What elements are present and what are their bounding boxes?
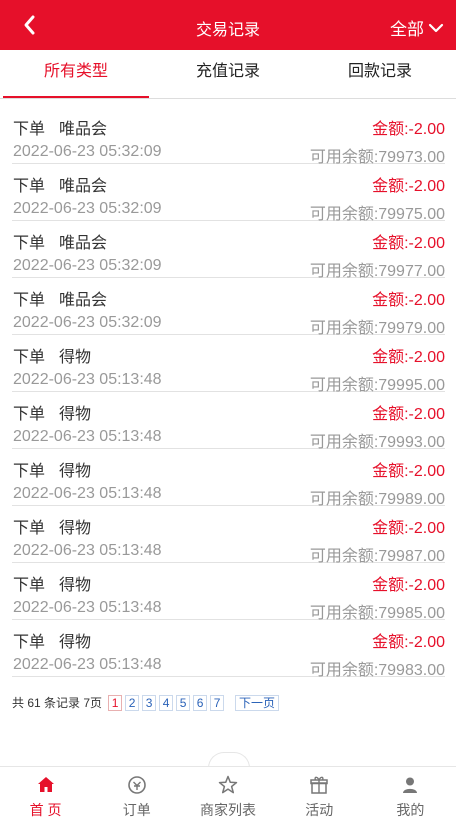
home-icon xyxy=(37,777,54,792)
transaction-time: 2022-06-23 05:13:48 xyxy=(13,371,162,388)
transaction-type: 下单 得物 xyxy=(13,628,91,652)
transaction-amount: 金额:-2.00 xyxy=(372,349,445,366)
transaction-kind: 下单 xyxy=(13,520,46,537)
user-icon xyxy=(403,777,418,793)
transaction-type: 下单 得物 xyxy=(13,571,91,595)
nav-profile[interactable]: 我的 xyxy=(365,767,456,819)
transaction-type: 下单 唯品会 xyxy=(13,172,107,196)
pagination-summary: 共 61 条记录 7页 xyxy=(12,696,103,710)
nav-activities-label: 活动 xyxy=(305,802,334,818)
transaction-amount: 金额:-2.00 xyxy=(372,634,445,651)
pagination: 共 61 条记录 7页 1 2 3 4 5 6 7 下一页 xyxy=(12,694,282,711)
chevron-down-icon xyxy=(428,23,444,32)
transaction-kind: 下单 xyxy=(13,577,46,594)
transaction-amount: 金额:-2.00 xyxy=(372,520,445,537)
transaction-merchant: 唯品会 xyxy=(59,178,108,195)
star-icon xyxy=(218,775,238,794)
transaction-row: 下单 得物 金额:-2.00 2022-06-23 05:13:48 可用余额:7998… xyxy=(12,449,445,508)
transaction-row: 下单 得物 金额:-2.00 2022-06-23 05:13:48 可用余额:7998… xyxy=(12,563,445,622)
nav-home-label: 首 页 xyxy=(29,802,62,818)
transaction-time: 2022-06-23 05:13:48 xyxy=(13,599,162,616)
nav-home[interactable]: 首 页 xyxy=(0,767,91,819)
transaction-amount: 金额:-2.00 xyxy=(372,235,445,252)
page-link-7[interactable]: 7 xyxy=(210,694,225,711)
page-link-6[interactable]: 6 xyxy=(193,694,208,711)
filter-label: 全部 xyxy=(390,20,424,39)
page-link-2[interactable]: 2 xyxy=(125,694,140,711)
transaction-list: 下单 唯品会 金额:-2.00 2022-06-23 05:32:09 可用余额:799… xyxy=(12,107,445,679)
transaction-kind: 下单 xyxy=(13,235,46,252)
transaction-row: 下单 唯品会 金额:-2.00 2022-06-23 05:32:09 可用余额:799… xyxy=(12,164,445,223)
transaction-time: 2022-06-23 05:13:48 xyxy=(13,542,162,559)
transaction-merchant: 得物 xyxy=(59,349,92,366)
transaction-type: 下单 得物 xyxy=(13,457,91,481)
page-link-5[interactable]: 5 xyxy=(176,694,191,711)
record-type-tabs: 所有类型 充值记录 回款记录 xyxy=(0,50,456,99)
nav-profile-label: 我的 xyxy=(396,802,425,818)
filter-dropdown[interactable]: 全部 xyxy=(390,15,444,40)
tab-all-types[interactable]: 所有类型 xyxy=(0,50,152,98)
transaction-kind: 下单 xyxy=(13,406,46,423)
nav-merchants-label: 商家列表 xyxy=(200,802,256,818)
transaction-amount: 金额:-2.00 xyxy=(372,121,445,138)
page-link-1[interactable]: 1 xyxy=(108,694,123,711)
transaction-time: 2022-06-23 05:32:09 xyxy=(13,314,162,331)
nav-orders-label: 订单 xyxy=(122,802,151,818)
transaction-amount: 金额:-2.00 xyxy=(372,463,445,480)
order-icon xyxy=(127,776,146,794)
transaction-kind: 下单 xyxy=(13,634,46,651)
transaction-type: 下单 得物 xyxy=(13,400,91,424)
transaction-amount: 金额:-2.00 xyxy=(372,292,445,309)
transaction-time: 2022-06-23 05:13:48 xyxy=(13,485,162,502)
tab-recharge-records[interactable]: 充值记录 xyxy=(152,50,304,98)
top-header: 交易记录 全部 xyxy=(0,0,456,50)
tab-payment-records[interactable]: 回款记录 xyxy=(304,50,456,98)
nav-orders[interactable]: 订单 xyxy=(91,767,182,819)
transaction-row: 下单 唯品会 金额:-2.00 2022-06-23 05:32:09 可用余额:799… xyxy=(12,107,445,166)
transaction-merchant: 唯品会 xyxy=(59,292,108,309)
transaction-row: 下单 唯品会 金额:-2.00 2022-06-23 05:32:09 可用余额:799… xyxy=(12,221,445,280)
transaction-time: 2022-06-23 05:13:48 xyxy=(13,428,162,445)
transaction-amount: 金额:-2.00 xyxy=(372,406,445,423)
transaction-merchant: 得物 xyxy=(59,634,92,651)
available-balance: 可用余额:79983.00 xyxy=(309,662,445,679)
page-link-4[interactable]: 4 xyxy=(159,694,174,711)
gift-icon xyxy=(310,776,328,794)
transaction-row: 下单 得物 金额:-2.00 2022-06-23 05:13:48 可用余额:7998… xyxy=(12,506,445,565)
transaction-merchant: 唯品会 xyxy=(59,121,108,138)
transaction-row: 下单 得物 金额:-2.00 2022-06-23 05:13:48 可用余额:7999… xyxy=(12,335,445,394)
transaction-kind: 下单 xyxy=(13,178,46,195)
nav-merchants[interactable]: 商家列表 xyxy=(182,767,273,819)
page-title: 交易记录 xyxy=(195,22,260,39)
transaction-time: 2022-06-23 05:32:09 xyxy=(13,143,162,160)
transaction-kind: 下单 xyxy=(13,349,46,366)
transaction-row: 下单 唯品会 金额:-2.00 2022-06-23 05:32:09 可用余额:799… xyxy=(12,278,445,337)
transaction-amount: 金额:-2.00 xyxy=(372,178,445,195)
transaction-kind: 下单 xyxy=(13,292,46,309)
transaction-merchant: 唯品会 xyxy=(59,235,108,252)
transaction-type: 下单 得物 xyxy=(13,514,91,538)
next-page-button[interactable]: 下一页 xyxy=(235,694,280,711)
bottom-nav: 首 页 订单 商家列表 活动 我的 xyxy=(0,766,456,819)
transaction-merchant: 得物 xyxy=(59,406,92,423)
transaction-type: 下单 唯品会 xyxy=(13,115,107,139)
transaction-time: 2022-06-23 05:32:09 xyxy=(13,257,162,274)
transaction-time: 2022-06-23 05:13:48 xyxy=(13,656,162,673)
transaction-type: 下单 唯品会 xyxy=(13,229,107,253)
transaction-type: 下单 得物 xyxy=(13,343,91,367)
transaction-kind: 下单 xyxy=(13,121,46,138)
transaction-row: 下单 得物 金额:-2.00 2022-06-23 05:13:48 可用余额:7998… xyxy=(12,620,445,679)
transaction-merchant: 得物 xyxy=(59,577,92,594)
nav-activities[interactable]: 活动 xyxy=(274,767,365,819)
transaction-type: 下单 唯品会 xyxy=(13,286,107,310)
transaction-merchant: 得物 xyxy=(59,520,92,537)
transaction-kind: 下单 xyxy=(13,463,46,480)
transaction-time: 2022-06-23 05:32:09 xyxy=(13,200,162,217)
transaction-merchant: 得物 xyxy=(59,463,92,480)
page-link-3[interactable]: 3 xyxy=(142,694,157,711)
transaction-row: 下单 得物 金额:-2.00 2022-06-23 05:13:48 可用余额:7999… xyxy=(12,392,445,451)
transaction-amount: 金额:-2.00 xyxy=(372,577,445,594)
